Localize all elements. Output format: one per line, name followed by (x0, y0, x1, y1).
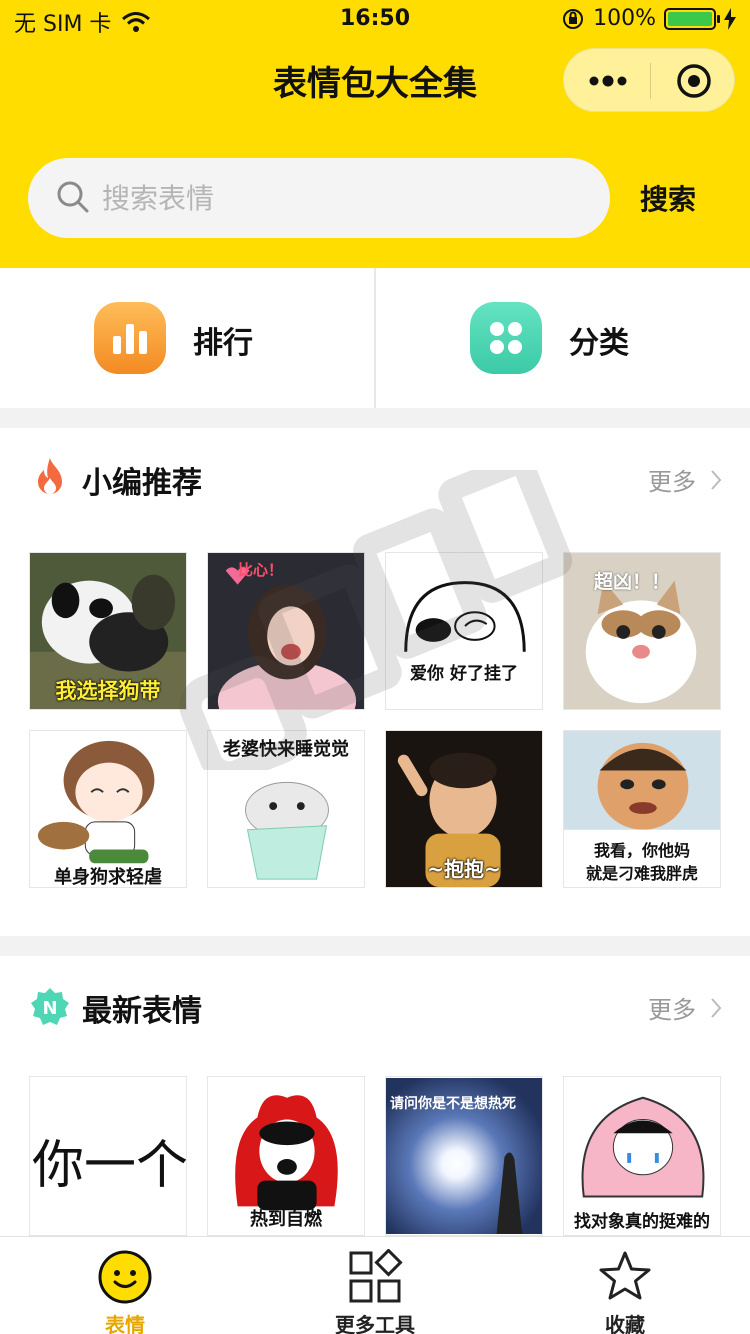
sticker-caption: 你一个 (32, 1136, 187, 1196)
more-label: 更多 (648, 468, 696, 496)
tab-emoji[interactable]: 表情 (0, 1237, 250, 1334)
sticker-thumb[interactable]: 超凶！！ (563, 552, 721, 710)
sticker-thumb[interactable]: 找对象真的挺难的 (563, 1076, 721, 1236)
quick-entries: 排行 分类 (0, 268, 750, 408)
sticker-caption: 请问你是不是想热死 (390, 1096, 516, 1112)
sticker-thumb[interactable]: ~抱抱~ (385, 730, 543, 888)
sticker-caption: 老婆快来睡觉觉 (223, 739, 349, 760)
chevron-right-icon (711, 997, 722, 1018)
search-input[interactable] (102, 172, 582, 224)
latest-header: N 最新表情 更多 (0, 956, 750, 1056)
new-badge-letter: N (42, 998, 57, 1019)
category-label: 分类 (569, 326, 629, 361)
sticker-blob-image (386, 553, 542, 709)
battery-icon (664, 7, 720, 30)
latest-title: 最新表情 (82, 994, 202, 1029)
sticker-thumb[interactable]: 请问你是不是想热死 (385, 1076, 543, 1236)
bar-chart-icon (94, 302, 166, 374)
tools-icon (349, 1249, 403, 1303)
tab-more-tools[interactable]: 更多工具 (250, 1237, 500, 1334)
status-right: 100% (561, 6, 736, 31)
smiley-icon (98, 1250, 152, 1304)
tab-bar: 表情 更多工具 收藏 (0, 1236, 750, 1334)
latest-more-link[interactable]: 更多 (648, 990, 722, 1025)
recommend-title: 小编推荐 (82, 466, 202, 501)
star-icon (599, 1251, 651, 1300)
sticker-thumb[interactable]: 单身狗求轻虐 (29, 730, 187, 888)
sticker-thumb[interactable]: 我选择狗带 (29, 552, 187, 710)
close-target-icon[interactable] (676, 63, 712, 99)
recommend-section: 小编推荐 更多 我选择狗带 比心！ 爱你 好了挂了 超凶！！ 单身狗求轻虐 老婆… (0, 428, 750, 936)
more-label: 更多 (648, 996, 696, 1024)
more-dots-icon[interactable] (588, 71, 628, 91)
search-button[interactable]: 搜索 (640, 178, 696, 218)
chevron-right-icon (711, 469, 722, 490)
sticker-thumb[interactable]: 爱你 好了挂了 (385, 552, 543, 710)
sticker-thumb[interactable]: 比心！ (207, 552, 365, 710)
sticker-caption: 我看，你他妈 就是刁难我胖虎 (585, 841, 698, 883)
recommend-header: 小编推荐 更多 (0, 428, 750, 528)
ranking-label: 排行 (193, 326, 253, 361)
capsule-divider (650, 63, 651, 99)
sticker-caption: 单身狗求轻虐 (54, 867, 162, 888)
tab-label: 表情 (105, 1313, 145, 1334)
sticker-caption: 找对象真的挺难的 (574, 1212, 710, 1232)
sticker-thumb[interactable]: 我看，你他妈 就是刁难我胖虎 (563, 730, 721, 888)
app-root: 无 SIM 卡 16:50 100% 表情包大全集 搜索表情 搜索 排行 分类 … (0, 0, 750, 1334)
sticker-thumb[interactable]: 老婆快来睡觉觉 (207, 730, 365, 888)
search-bar (28, 158, 610, 238)
category-entry[interactable]: 分类 (376, 268, 750, 408)
sticker-caption: 超凶！！ (594, 571, 671, 593)
grid-dots-icon (470, 302, 542, 374)
sticker-caption: ~抱抱~ (427, 857, 501, 881)
sticker-caption: 我选择狗带 (55, 679, 161, 703)
sticker-caption: 热到自燃 (250, 1209, 322, 1230)
search-icon (57, 181, 89, 213)
tab-label: 收藏 (605, 1313, 645, 1334)
new-badge-icon: N (31, 988, 69, 1025)
ranking-entry[interactable]: 排行 (0, 268, 374, 408)
status-bar: 无 SIM 卡 16:50 100% (0, 0, 750, 40)
sticker-thumb[interactable]: 你一个 (29, 1076, 187, 1236)
recommend-more-link[interactable]: 更多 (648, 462, 722, 497)
sticker-caption: 爱你 好了挂了 (410, 664, 518, 684)
battery-percent: 100% (593, 6, 656, 31)
sticker-thumb[interactable]: 热到自燃 (207, 1076, 365, 1236)
tab-favorites[interactable]: 收藏 (500, 1237, 750, 1334)
tab-label: 更多工具 (335, 1313, 415, 1334)
latest-section: N 最新表情 更多 你一个 热到自燃 请问你是不是想热死 找对象真的挺难的 (0, 956, 750, 1236)
charging-icon (724, 7, 736, 30)
fire-icon (38, 458, 62, 494)
mini-program-capsule (563, 48, 735, 112)
orientation-lock-icon (563, 8, 584, 29)
header: 无 SIM 卡 16:50 100% 表情包大全集 搜索表情 搜索 (0, 0, 750, 268)
sticker-caption: 比心！ (238, 561, 284, 579)
